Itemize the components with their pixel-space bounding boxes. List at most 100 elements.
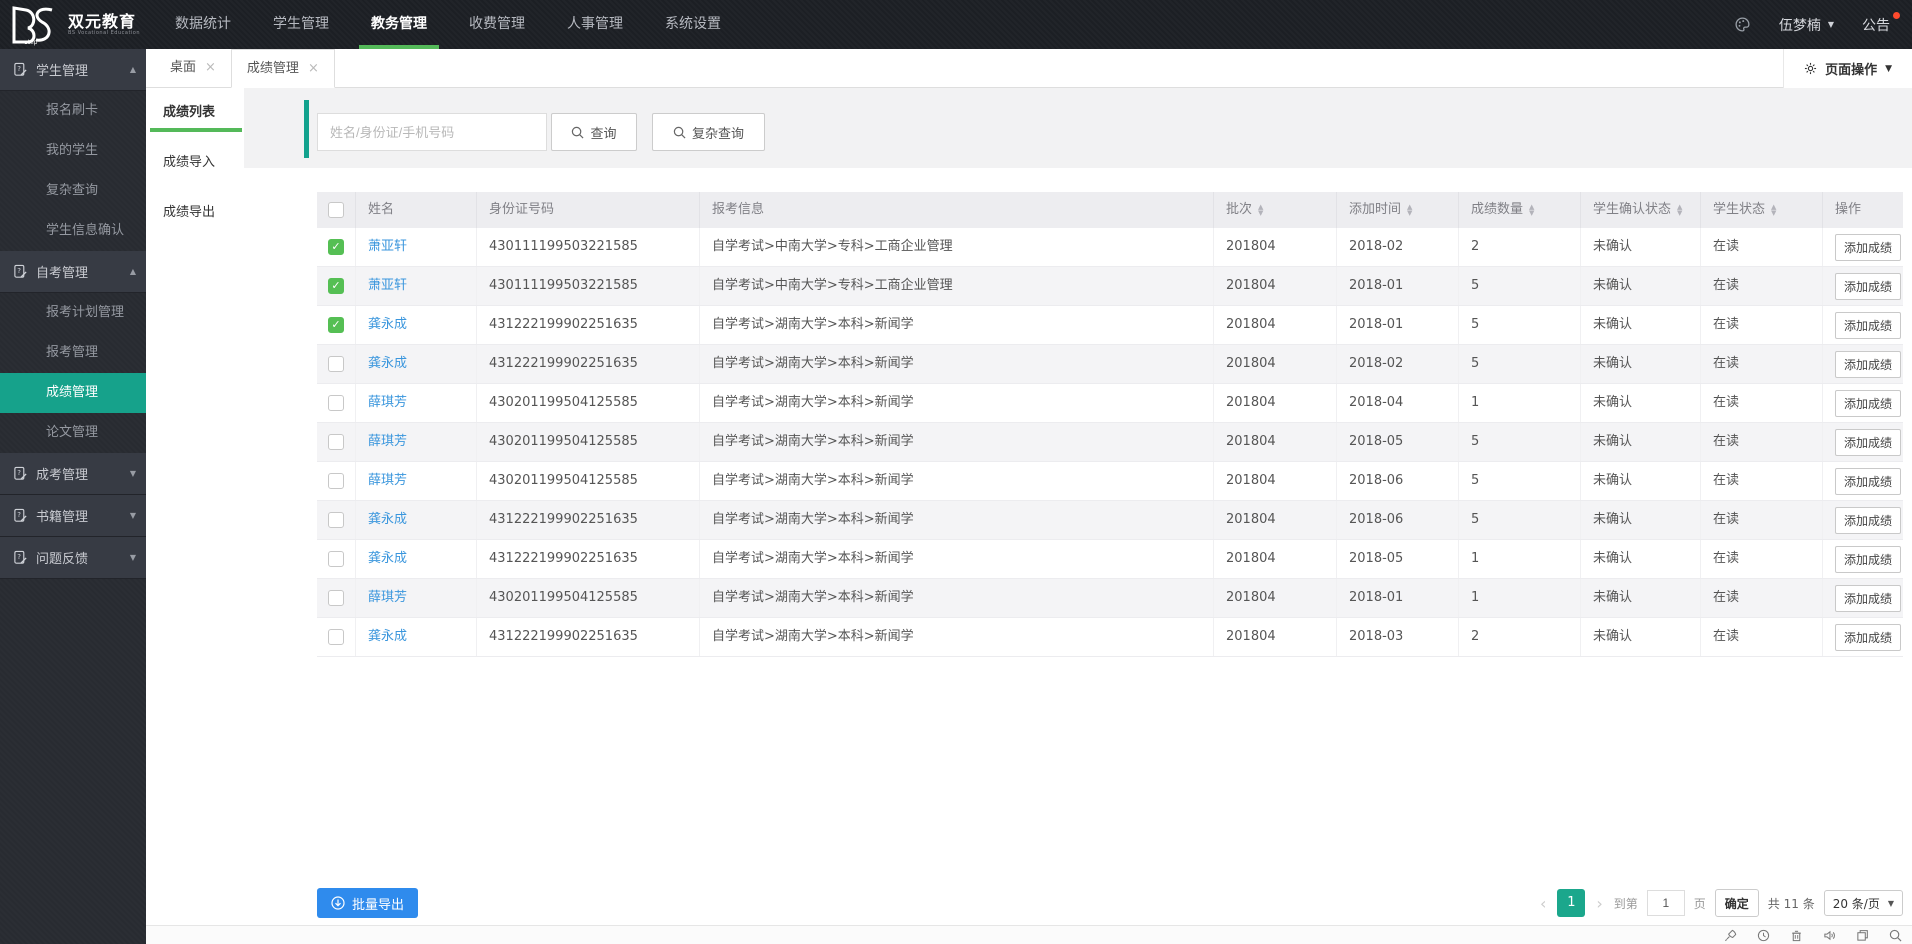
row-select-cell[interactable] xyxy=(317,423,356,461)
sidebar-item[interactable]: 报考计划管理 xyxy=(0,293,146,333)
select-all-checkbox[interactable] xyxy=(328,202,344,218)
student-name-link[interactable]: 萧亚轩 xyxy=(368,278,407,293)
add-score-button[interactable]: 添加成绩 xyxy=(1835,624,1902,651)
row-checkbox[interactable] xyxy=(328,629,344,645)
subnav-item[interactable]: 成绩列表 xyxy=(146,88,244,138)
batch-export-button[interactable]: 批量导出 xyxy=(317,888,419,918)
sort-icon[interactable]: ▲ ▼ xyxy=(1258,204,1263,217)
add-score-button[interactable]: 添加成绩 xyxy=(1835,546,1902,573)
goto-page-input[interactable] xyxy=(1646,890,1685,916)
complex-query-button[interactable]: 复杂查询 xyxy=(652,113,765,151)
tab[interactable]: 成绩管理 × xyxy=(230,49,335,88)
add-score-button[interactable]: 添加成绩 xyxy=(1835,273,1902,300)
column-header[interactable]: 批次 ▲ ▼ xyxy=(1214,192,1337,228)
next-page-icon[interactable]: › xyxy=(1594,894,1604,913)
sidebar-section[interactable]: ? 自考管理 ▲ xyxy=(0,251,146,293)
sidebar-section[interactable]: ? 书籍管理 ▼ xyxy=(0,495,146,537)
sort-icon[interactable]: ▲ ▼ xyxy=(1407,204,1412,217)
nav-item[interactable]: 教务管理 xyxy=(350,0,448,49)
row-select-cell[interactable]: ✓ xyxy=(317,228,356,266)
select-all-cell[interactable] xyxy=(317,192,356,228)
student-name-link[interactable]: 龚永成 xyxy=(368,629,407,644)
goto-confirm-button[interactable]: 确定 xyxy=(1714,889,1759,917)
add-score-button[interactable]: 添加成绩 xyxy=(1835,234,1902,261)
sidebar-item[interactable]: 复杂查询 xyxy=(0,171,146,211)
row-checkbox[interactable] xyxy=(328,590,344,606)
theme-palette-icon[interactable] xyxy=(1734,16,1751,33)
row-select-cell[interactable] xyxy=(317,579,356,617)
history-icon[interactable] xyxy=(1757,929,1770,942)
column-header[interactable]: 学生确认状态 ▲ ▼ xyxy=(1581,192,1701,228)
student-name-link[interactable]: 龚永成 xyxy=(368,356,407,371)
row-checkbox[interactable] xyxy=(328,356,344,372)
close-icon[interactable]: × xyxy=(205,49,216,87)
sidebar-section[interactable]: ? 成考管理 ▼ xyxy=(0,453,146,495)
sidebar-item[interactable]: 报名刷卡 xyxy=(0,91,146,131)
row-select-cell[interactable]: ✓ xyxy=(317,306,356,344)
row-select-cell[interactable] xyxy=(317,384,356,422)
student-name-link[interactable]: 薛琪芳 xyxy=(368,590,407,605)
query-button[interactable]: 查询 xyxy=(551,113,637,151)
row-checkbox[interactable]: ✓ xyxy=(328,317,344,333)
nav-item[interactable]: 学生管理 xyxy=(252,0,350,49)
row-checkbox[interactable] xyxy=(328,551,344,567)
tab[interactable]: 桌面 × xyxy=(146,48,231,87)
add-score-button[interactable]: 添加成绩 xyxy=(1835,507,1902,534)
prev-page-icon[interactable]: ‹ xyxy=(1538,894,1548,913)
add-score-button[interactable]: 添加成绩 xyxy=(1835,351,1902,378)
student-name-link[interactable]: 龚永成 xyxy=(368,512,407,527)
nav-item[interactable]: 收费管理 xyxy=(448,0,546,49)
add-score-button[interactable]: 添加成绩 xyxy=(1835,468,1902,495)
column-header[interactable]: 成绩数量 ▲ ▼ xyxy=(1459,192,1581,228)
row-select-cell[interactable] xyxy=(317,462,356,500)
page-size-select[interactable]: 20 条/页 ▼ xyxy=(1823,890,1903,916)
sort-icon[interactable]: ▲ ▼ xyxy=(1677,204,1682,217)
search-input[interactable] xyxy=(317,113,547,151)
sidebar-item[interactable]: 论文管理 xyxy=(0,413,146,453)
add-score-button[interactable]: 添加成绩 xyxy=(1835,585,1902,612)
subnav-item[interactable]: 成绩导入 xyxy=(146,138,244,188)
sidebar-item[interactable]: 我的学生 xyxy=(0,131,146,171)
user-menu[interactable]: 伍梦楠 ▼ xyxy=(1779,15,1834,35)
close-icon[interactable]: × xyxy=(308,50,319,88)
row-checkbox[interactable] xyxy=(328,473,344,489)
sidebar-item[interactable]: 报考管理 xyxy=(0,333,146,373)
sort-icon[interactable]: ▲ ▼ xyxy=(1771,204,1776,217)
student-name-link[interactable]: 龚永成 xyxy=(368,551,407,566)
column-header[interactable]: 添加时间 ▲ ▼ xyxy=(1337,192,1459,228)
sidebar-section[interactable]: ? 问题反馈 ▼ xyxy=(0,537,146,579)
row-select-cell[interactable] xyxy=(317,501,356,539)
row-select-cell[interactable] xyxy=(317,540,356,578)
windows-icon[interactable] xyxy=(1856,929,1869,942)
row-checkbox[interactable] xyxy=(328,512,344,528)
row-select-cell[interactable] xyxy=(317,618,356,656)
page-actions-button[interactable]: 页面操作 ▼ xyxy=(1783,49,1912,88)
student-name-link[interactable]: 薛琪芳 xyxy=(368,434,407,449)
current-page-button[interactable]: 1 xyxy=(1557,889,1586,917)
rocket-icon[interactable] xyxy=(1724,929,1737,942)
sidebar-section[interactable]: ? 学生管理 ▲ xyxy=(0,49,146,91)
nav-item[interactable]: 系统设置 xyxy=(644,0,742,49)
add-score-button[interactable]: 添加成绩 xyxy=(1835,390,1902,417)
row-checkbox[interactable]: ✓ xyxy=(328,278,344,294)
nav-item[interactable]: 人事管理 xyxy=(546,0,644,49)
student-name-link[interactable]: 龚永成 xyxy=(368,317,407,332)
row-checkbox[interactable] xyxy=(328,395,344,411)
subnav-item[interactable]: 成绩导出 xyxy=(146,188,244,238)
column-header[interactable]: 学生状态 ▲ ▼ xyxy=(1701,192,1823,228)
speaker-icon[interactable] xyxy=(1823,929,1836,942)
row-checkbox[interactable]: ✓ xyxy=(328,239,344,255)
row-checkbox[interactable] xyxy=(328,434,344,450)
notice-link[interactable]: 公告 xyxy=(1862,11,1900,35)
sidebar-item[interactable]: 成绩管理 xyxy=(0,373,146,413)
search-icon[interactable] xyxy=(1889,929,1902,942)
student-name-link[interactable]: 薛琪芳 xyxy=(368,395,407,410)
add-score-button[interactable]: 添加成绩 xyxy=(1835,312,1902,339)
student-name-link[interactable]: 萧亚轩 xyxy=(368,239,407,254)
row-select-cell[interactable] xyxy=(317,345,356,383)
row-select-cell[interactable]: ✓ xyxy=(317,267,356,305)
add-score-button[interactable]: 添加成绩 xyxy=(1835,429,1902,456)
sidebar-item[interactable]: 学生信息确认 xyxy=(0,211,146,251)
trash-icon[interactable] xyxy=(1790,929,1803,942)
nav-item[interactable]: 数据统计 xyxy=(154,0,252,49)
